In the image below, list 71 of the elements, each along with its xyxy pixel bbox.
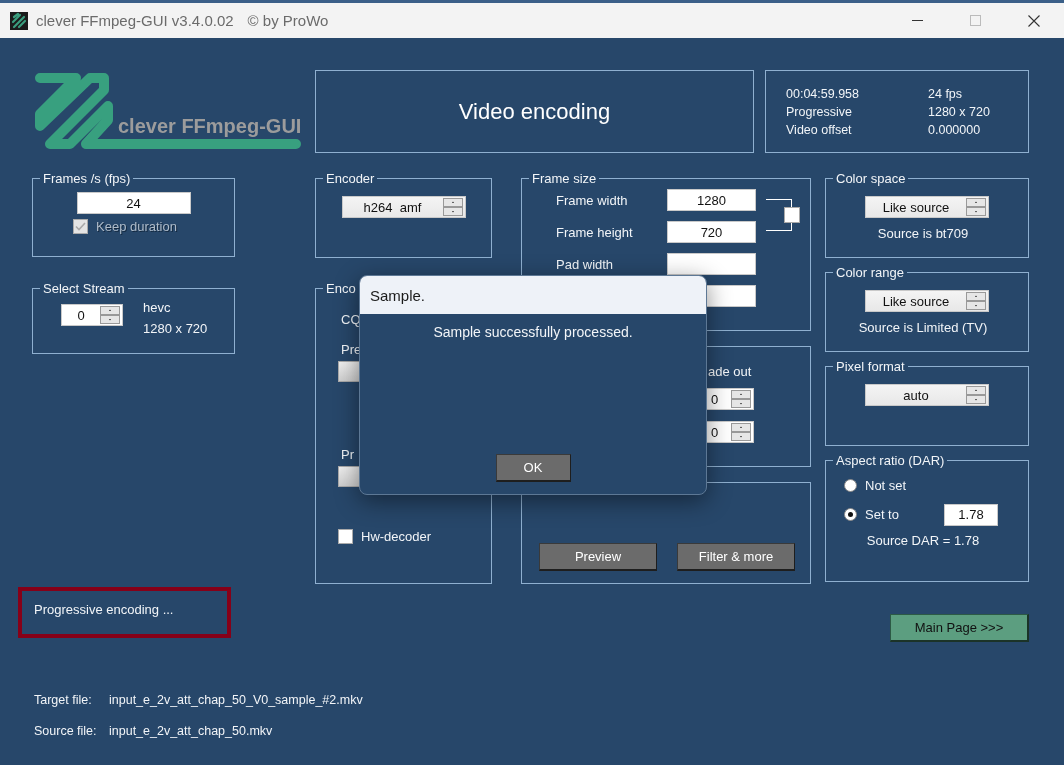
maximize-icon <box>970 15 981 26</box>
dialog-message: Sample successfully processed. <box>433 324 633 340</box>
radio-button[interactable] <box>844 479 857 492</box>
group-title: Frame size <box>531 171 598 186</box>
file-name: input_e_2v_att_chap_50.mkv <box>109 724 273 738</box>
file-name: input_e_2v_att_chap_50_V0_sample_#2.mkv <box>109 693 363 707</box>
action-button[interactable]: Preview <box>539 543 657 571</box>
fade-out-label: ade out <box>708 364 752 379</box>
format-dropdown[interactable]: auto <box>865 384 989 406</box>
file-label: Target file: <box>34 693 93 707</box>
encoder-dropdown[interactable]: h264 amf <box>341 196 466 218</box>
spinner-arrows-icon[interactable] <box>966 386 986 404</box>
source-note: Source is Limited (TV) <box>857 320 989 335</box>
info-label: Video offset <box>786 122 853 137</box>
spinner-arrows-icon[interactable] <box>731 423 751 441</box>
frame-size-field[interactable]: 720 <box>667 221 756 243</box>
radio-label: Set to <box>865 507 900 522</box>
radio-label: Not set <box>865 478 908 493</box>
page-heading: Video encoding <box>458 98 611 125</box>
info-value: 24 fps <box>928 86 964 101</box>
ok-button[interactable]: OK <box>495 454 571 482</box>
stream-spinner[interactable]: 0 <box>61 304 123 326</box>
spinner-arrows-icon[interactable] <box>442 198 463 216</box>
window-title: clever FFmpeg-GUI v3.4.0.02 <box>36 12 234 29</box>
spinner-arrows-icon[interactable] <box>966 292 986 310</box>
fade-spinner[interactable]: 0 <box>706 388 754 410</box>
hw-decoder-label: Hw-decoder <box>361 529 432 544</box>
aspect-field[interactable]: 1.78 <box>944 503 998 526</box>
info-value: 0.000000 <box>928 122 982 137</box>
format-dropdown[interactable]: Like source <box>865 196 989 218</box>
radio-button[interactable] <box>844 508 857 521</box>
close-icon[interactable] <box>1028 14 1040 27</box>
info-value: 1280 x 720 <box>928 104 991 119</box>
minimize-icon[interactable] <box>912 19 923 22</box>
fps-field[interactable]: 24 <box>76 192 191 214</box>
logo-text: clever FFmpeg-GUI <box>118 115 302 138</box>
frame-size-label: Frame height <box>556 224 634 240</box>
resolution-text: 1280 x 720 <box>143 321 208 336</box>
app-icon <box>10 11 28 30</box>
info-label: Progressive <box>786 104 853 119</box>
spinner-arrows-icon[interactable] <box>966 198 986 216</box>
group-title: Aspect ratio (DAR) <box>835 453 946 468</box>
frame-size-field[interactable] <box>667 253 756 275</box>
file-label: Source file: <box>34 724 98 738</box>
source-note: Source DAR = 1.78 <box>865 533 981 548</box>
fade-spinner[interactable]: 0 <box>706 421 754 443</box>
keep-duration-label: Keep duration <box>96 219 177 234</box>
keep-ratio-checkbox[interactable] <box>784 207 800 223</box>
codec-text: hevc <box>143 300 172 315</box>
group-title: Color space <box>835 171 907 186</box>
frame-size-label: Frame width <box>556 192 629 208</box>
hw-decoder-checkbox[interactable] <box>338 529 353 544</box>
format-dropdown[interactable]: Like source <box>865 290 989 312</box>
group-title: Pixel format <box>835 359 906 374</box>
group-title: Color range <box>835 265 905 280</box>
frame-size-field[interactable]: 1280 <box>667 189 756 211</box>
spinner-arrows-icon[interactable] <box>731 390 751 408</box>
copyright-text: © by ProWo <box>247 12 329 29</box>
group-title: Select Stream <box>42 281 126 296</box>
frame-size-label: Pad width <box>556 256 615 272</box>
status-text: Progressive encoding ... <box>34 602 174 617</box>
info-label: 00:04:59.958 <box>786 86 860 101</box>
group-title: Encoder <box>325 171 376 186</box>
source-note: Source is bt709 <box>876 226 970 241</box>
action-button[interactable]: Filter & more <box>677 543 795 571</box>
spinner-arrows-icon[interactable] <box>100 306 120 324</box>
group-title: Enco <box>325 281 357 296</box>
dialog-title: Sample. <box>370 286 426 304</box>
group-title: Frames /s (fps) <box>42 171 132 186</box>
setting-label: Pr <box>341 447 354 462</box>
main-page-button[interactable]: Main Page >>> <box>890 614 1029 642</box>
